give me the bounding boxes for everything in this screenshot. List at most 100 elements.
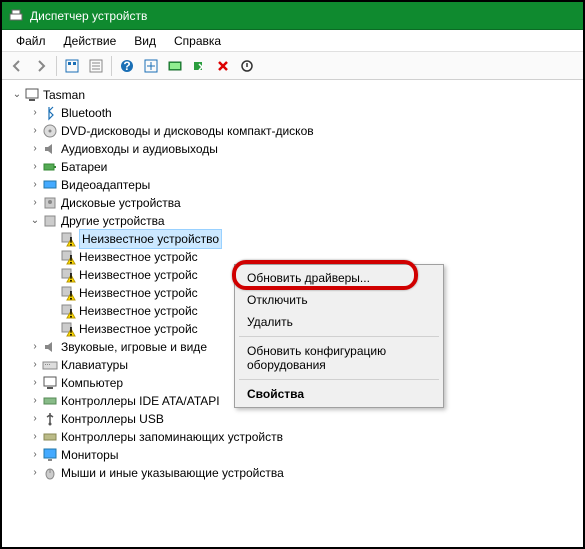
chevron-right-icon[interactable]: ›	[28, 376, 42, 390]
usb-icon	[42, 411, 58, 427]
category-label: Батареи	[61, 158, 107, 176]
tree-category-battery[interactable]: › Батареи	[6, 158, 579, 176]
forward-button[interactable]	[30, 55, 52, 77]
device-label: Неизвестное устройс	[79, 320, 198, 338]
sound-icon	[42, 339, 58, 355]
display-adapter-icon	[42, 177, 58, 193]
svg-text:!: !	[69, 325, 73, 338]
toolbar-separator	[111, 56, 112, 76]
back-button[interactable]	[6, 55, 28, 77]
device-label: Неизвестное устройс	[79, 248, 198, 266]
root-label: Tasman	[43, 86, 85, 104]
chevron-right-icon[interactable]: ›	[28, 358, 42, 372]
tree-category-bluetooth[interactable]: › Bluetooth	[6, 104, 579, 122]
chevron-right-icon[interactable]: ›	[28, 142, 42, 156]
unknown-device-warning-icon: !	[60, 267, 76, 283]
chevron-right-icon[interactable]: ›	[28, 160, 42, 174]
category-label: Видеоадаптеры	[61, 176, 150, 194]
show-hidden-button[interactable]	[61, 55, 83, 77]
context-disable[interactable]: Отключить	[237, 289, 441, 311]
tree-category-usb[interactable]: › Контроллеры USB	[6, 410, 579, 428]
monitor-icon	[42, 447, 58, 463]
chevron-right-icon[interactable]: ›	[28, 196, 42, 210]
uninstall-button[interactable]	[212, 55, 234, 77]
tree-category-audio[interactable]: › Аудиовходы и аудиовыходы	[6, 140, 579, 158]
unknown-device-warning-icon: !	[60, 285, 76, 301]
context-separator	[239, 379, 439, 380]
category-label: Звуковые, игровые и виде	[61, 338, 207, 356]
category-label: DVD-дисководы и дисководы компакт-дисков	[61, 122, 314, 140]
category-label: Bluetooth	[61, 104, 112, 122]
tree-category-other[interactable]: ⌄ Другие устройства	[6, 212, 579, 230]
action-button[interactable]	[140, 55, 162, 77]
device-label: Неизвестное устройство	[79, 229, 222, 249]
chevron-right-icon[interactable]: ›	[28, 412, 42, 426]
category-label: Мыши и иные указывающие устройства	[61, 464, 284, 482]
menu-file[interactable]: Файл	[8, 32, 54, 50]
disable-button[interactable]	[236, 55, 258, 77]
tree-category-video[interactable]: › Видеоадаптеры	[6, 176, 579, 194]
bluetooth-icon	[42, 105, 58, 121]
ide-controller-icon	[42, 393, 58, 409]
context-separator	[239, 336, 439, 337]
category-label: Контроллеры USB	[61, 410, 164, 428]
context-properties[interactable]: Свойства	[237, 383, 441, 405]
category-label: Дисковые устройства	[61, 194, 181, 212]
svg-text:!: !	[69, 271, 73, 284]
svg-text:!: !	[69, 235, 73, 248]
update-driver-button[interactable]	[164, 55, 186, 77]
mouse-icon	[42, 465, 58, 481]
tree-root[interactable]: ⌄ Tasman	[6, 86, 579, 104]
properties-button[interactable]	[85, 55, 107, 77]
audio-icon	[42, 141, 58, 157]
tree-category-storage[interactable]: › Контроллеры запоминающих устройств	[6, 428, 579, 446]
scan-button[interactable]	[188, 55, 210, 77]
computer-icon	[24, 87, 40, 103]
tree-category-disk[interactable]: › Дисковые устройства	[6, 194, 579, 212]
context-menu: Обновить драйверы... Отключить Удалить О…	[234, 264, 444, 408]
chevron-right-icon[interactable]: ›	[28, 394, 42, 408]
chevron-right-icon[interactable]: ›	[28, 430, 42, 444]
chevron-right-icon[interactable]: ›	[28, 106, 42, 120]
category-label: Другие устройства	[61, 212, 165, 230]
chevron-right-icon[interactable]: ›	[28, 124, 42, 138]
menu-action[interactable]: Действие	[56, 32, 125, 50]
tree-category-monitor[interactable]: ›Мониторы	[6, 446, 579, 464]
chevron-right-icon[interactable]: ›	[28, 448, 42, 462]
svg-text:?: ?	[123, 59, 130, 73]
tree-category-mouse[interactable]: › Мыши и иные указывающие устройства	[6, 464, 579, 482]
tree-category-dvd[interactable]: › DVD-дисководы и дисководы компакт-диско…	[6, 122, 579, 140]
menu-view[interactable]: Вид	[126, 32, 164, 50]
category-label: Аудиовходы и аудиовыходы	[61, 140, 218, 158]
device-label: Неизвестное устройс	[79, 284, 198, 302]
chevron-down-icon[interactable]: ⌄	[10, 88, 24, 102]
context-scan-hardware[interactable]: Обновить конфигурацию оборудования	[237, 340, 441, 376]
unknown-device-warning-icon: !	[60, 303, 76, 319]
menubar: Файл Действие Вид Справка	[2, 30, 583, 52]
tree-device-unknown[interactable]: ! Неизвестное устройство	[6, 230, 579, 248]
svg-text:!: !	[69, 253, 73, 266]
device-label: Неизвестное устройс	[79, 302, 198, 320]
help-button[interactable]: ?	[116, 55, 138, 77]
storage-controller-icon	[42, 429, 58, 445]
context-delete[interactable]: Удалить	[237, 311, 441, 333]
chevron-down-icon[interactable]: ⌄	[28, 214, 42, 228]
battery-icon	[42, 159, 58, 175]
window-title: Диспетчер устройств	[30, 9, 147, 23]
toolbar: ?	[2, 52, 583, 80]
unknown-device-warning-icon: !	[60, 321, 76, 337]
category-label: Контроллеры запоминающих устройств	[61, 428, 283, 446]
category-label: Клавиатуры	[61, 356, 128, 374]
context-update-drivers[interactable]: Обновить драйверы...	[237, 267, 441, 289]
category-label: Контроллеры IDE ATA/ATAPI	[61, 392, 220, 410]
svg-text:!: !	[69, 307, 73, 320]
chevron-right-icon[interactable]: ›	[28, 178, 42, 192]
chevron-right-icon[interactable]: ›	[28, 466, 42, 480]
device-label: Неизвестное устройс	[79, 266, 198, 284]
titlebar: Диспетчер устройств	[2, 2, 583, 30]
device-manager-icon	[8, 8, 24, 24]
menu-help[interactable]: Справка	[166, 32, 229, 50]
keyboard-icon	[42, 357, 58, 373]
chevron-right-icon[interactable]: ›	[28, 340, 42, 354]
unknown-device-warning-icon: !	[60, 231, 76, 247]
